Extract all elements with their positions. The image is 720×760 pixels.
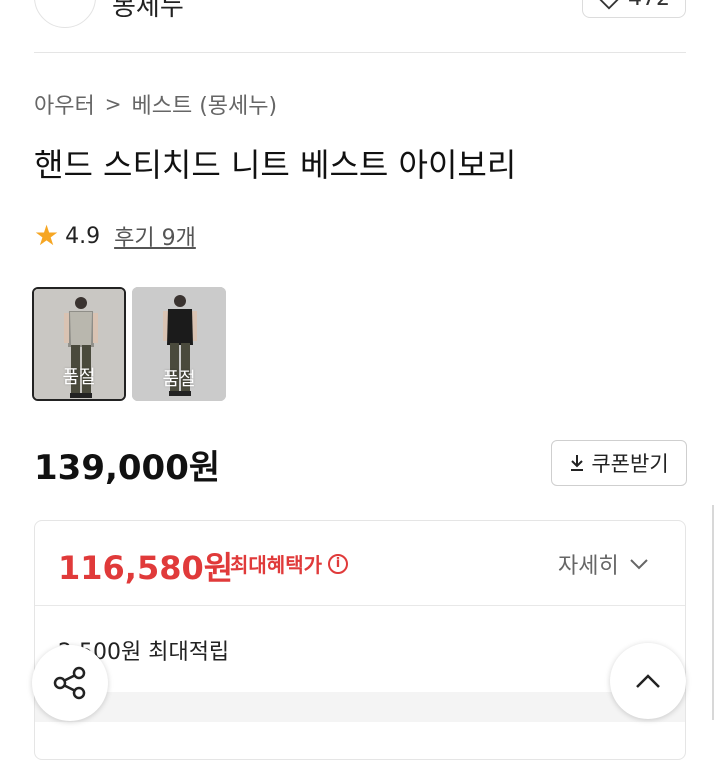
star-icon: ★: [34, 219, 60, 252]
coupon-button[interactable]: 쿠폰받기: [551, 440, 687, 486]
reviews-link[interactable]: 후기 9개: [114, 220, 196, 252]
product-price: 139,000원: [34, 448, 221, 488]
info-icon[interactable]: i: [328, 553, 348, 574]
product-title: 핸드 스티치드 니트 베스트 아이보리: [34, 146, 517, 184]
rating-value: 4.9: [65, 223, 101, 249]
share-icon: [53, 666, 86, 700]
breadcrumb-subcategory[interactable]: 베스트 (몽세누): [132, 88, 278, 120]
heart-icon: [599, 0, 619, 10]
breadcrumb-category[interactable]: 아우터: [34, 88, 95, 120]
share-button[interactable]: [32, 645, 108, 721]
brand-name[interactable]: 몽세누: [112, 0, 184, 23]
breadcrumb: 아우터 > 베스트 (몽세누): [34, 88, 277, 120]
max-benefit-text: 최대혜택가: [230, 553, 322, 577]
benefit-price: 116,580원: [58, 549, 234, 587]
detail-label: 자세히: [558, 554, 619, 579]
detail-toggle[interactable]: 자세히: [558, 548, 649, 580]
brand-logo[interactable]: [34, 0, 96, 28]
like-count: 472: [628, 0, 670, 11]
max-benefit-label[interactable]: 최대혜택가 i: [230, 549, 348, 578]
points-panel: [35, 692, 685, 722]
chevron-down-icon: [630, 559, 648, 570]
divider: [35, 605, 685, 606]
soldout-label: 품절: [162, 369, 196, 390]
soldout-label: 품절: [62, 367, 96, 388]
download-icon: [571, 455, 584, 471]
chevron-up-icon: [636, 674, 660, 688]
like-button[interactable]: 472: [582, 0, 686, 18]
coupon-label: 쿠폰받기: [591, 452, 669, 476]
scroll-top-button[interactable]: [610, 643, 686, 719]
product-rating: ★ 4.9 후기 9개: [34, 220, 196, 252]
divider: [34, 52, 686, 53]
edge-line: [712, 505, 714, 720]
breadcrumb-separator-icon: >: [104, 92, 122, 116]
thumbnail-black[interactable]: 품절: [132, 287, 226, 401]
thumbnail-ivory[interactable]: 품절: [32, 287, 126, 401]
